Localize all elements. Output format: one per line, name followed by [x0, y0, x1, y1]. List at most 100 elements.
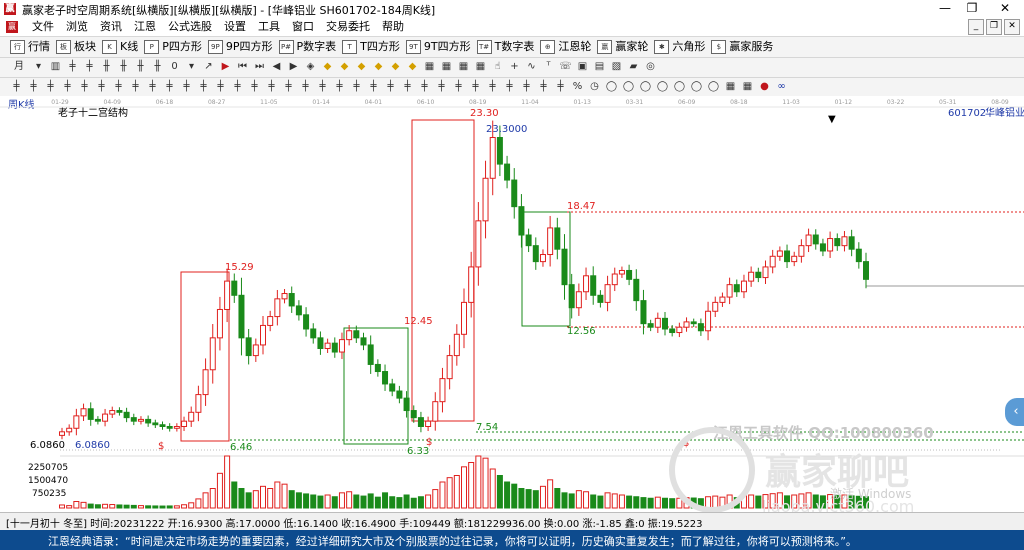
- candle-icon[interactable]: ╪: [10, 80, 23, 93]
- menu-item-8[interactable]: 交易委托: [320, 20, 376, 34]
- circle-icon[interactable]: ◯: [707, 80, 720, 93]
- candle-icon[interactable]: ╪: [384, 80, 397, 93]
- dropdown-icon[interactable]: ▾: [185, 60, 198, 73]
- menu-item-5[interactable]: 设置: [218, 20, 252, 34]
- candle-icon[interactable]: ╪: [112, 80, 125, 93]
- candle-icon[interactable]: ╪: [66, 60, 79, 73]
- percent-icon[interactable]: %: [571, 80, 584, 93]
- last-icon[interactable]: ⏭: [253, 60, 266, 73]
- table-icon[interactable]: ▦: [741, 80, 754, 93]
- ohlc-icon[interactable]: ╫: [100, 60, 113, 73]
- candle-icon[interactable]: ╪: [95, 80, 108, 93]
- menu-item-9[interactable]: 帮助: [376, 20, 410, 34]
- text-icon[interactable]: ᵀ: [542, 60, 555, 73]
- candle-icon[interactable]: ╪: [418, 80, 431, 93]
- crosshair-icon[interactable]: +: [508, 60, 521, 73]
- phone-icon[interactable]: ☏: [559, 60, 572, 73]
- candle-icon[interactable]: ╪: [44, 80, 57, 93]
- grid-icon[interactable]: ▦: [457, 60, 470, 73]
- candle-icon[interactable]: ╪: [27, 80, 40, 93]
- ohlc-icon[interactable]: ╫: [151, 60, 164, 73]
- menu-item-0[interactable]: 文件: [26, 20, 60, 34]
- candle-icon[interactable]: ╪: [146, 80, 159, 93]
- candle-icon[interactable]: ╪: [180, 80, 193, 93]
- candle-icon[interactable]: ╪: [231, 80, 244, 93]
- toolbar-item-1[interactable]: 板板块: [56, 39, 96, 55]
- candle-icon[interactable]: ╪: [367, 80, 380, 93]
- dropdown-icon[interactable]: ▾: [32, 60, 45, 73]
- toolbar-item-0[interactable]: 行行情: [10, 39, 50, 55]
- toolbar-item-2[interactable]: K K线: [102, 39, 138, 55]
- menu-item-3[interactable]: 江恩: [128, 20, 162, 34]
- minimize-button[interactable]: —: [930, 0, 960, 18]
- menu-item-2[interactable]: 资讯: [94, 20, 128, 34]
- period-selector[interactable]: 月: [10, 60, 28, 73]
- candle-icon[interactable]: ╪: [197, 80, 210, 93]
- circle-icon[interactable]: ◯: [622, 80, 635, 93]
- toolbar-item-4[interactable]: 9P 9P四方形: [207, 39, 273, 55]
- candle-icon[interactable]: ╪: [265, 80, 278, 93]
- diamond-icon[interactable]: ◆: [338, 60, 351, 73]
- menu-item-1[interactable]: 浏览: [60, 20, 94, 34]
- maximize-button[interactable]: ❐: [957, 0, 987, 18]
- first-icon[interactable]: ⏮: [236, 60, 249, 73]
- cursor-icon[interactable]: ☝: [491, 60, 504, 73]
- candle-icon[interactable]: ╪: [554, 80, 567, 93]
- book-icon[interactable]: ▣: [576, 60, 589, 73]
- toolbar-item-12[interactable]: $ 赢家服务: [711, 39, 773, 55]
- candle-icon[interactable]: ╪: [61, 80, 74, 93]
- mdi-close-button[interactable]: ✕: [1004, 19, 1020, 35]
- grid-icon[interactable]: ▦: [474, 60, 487, 73]
- table-icon[interactable]: ▦: [724, 80, 737, 93]
- diamond-icon[interactable]: ◆: [355, 60, 368, 73]
- diamond-icon[interactable]: ◆: [372, 60, 385, 73]
- candle-icon[interactable]: ╪: [401, 80, 414, 93]
- candle-icon[interactable]: ╪: [537, 80, 550, 93]
- circle-icon[interactable]: ◯: [605, 80, 618, 93]
- zero-selector[interactable]: 0: [168, 60, 181, 73]
- side-scroll-tab[interactable]: ‹: [1005, 398, 1024, 426]
- candle-icon[interactable]: ╪: [452, 80, 465, 93]
- ohlc-icon[interactable]: ╫: [134, 60, 147, 73]
- circle-icon[interactable]: ◯: [673, 80, 686, 93]
- ohlc-icon[interactable]: ╫: [117, 60, 130, 73]
- save-icon[interactable]: ▤: [593, 60, 606, 73]
- right-icon[interactable]: ▶: [287, 60, 300, 73]
- car-icon[interactable]: ▰: [627, 60, 640, 73]
- toolbar-item-9[interactable]: ⊕ 江恩轮: [540, 39, 591, 55]
- bars-icon[interactable]: ▥: [49, 60, 62, 73]
- candle-icon[interactable]: ╪: [435, 80, 448, 93]
- menu-item-4[interactable]: 公式选股: [162, 20, 218, 34]
- grid-icon[interactable]: ▦: [440, 60, 453, 73]
- diamond-icon[interactable]: ◆: [406, 60, 419, 73]
- mdi-restore-button[interactable]: ❐: [986, 19, 1002, 35]
- dropdown-arrow-icon[interactable]: ▼: [828, 114, 836, 125]
- settings-icon[interactable]: ◎: [644, 60, 657, 73]
- toolbar-item-3[interactable]: P P四方形: [144, 39, 202, 55]
- menu-item-6[interactable]: 工具: [252, 20, 286, 34]
- toolbar-item-10[interactable]: 赢赢家轮: [597, 39, 648, 55]
- candle-icon[interactable]: ╪: [520, 80, 533, 93]
- candle-icon[interactable]: ╪: [163, 80, 176, 93]
- candle-icon[interactable]: ╪: [248, 80, 261, 93]
- arrow-icon[interactable]: ↗: [202, 60, 215, 73]
- candle-icon[interactable]: ╪: [486, 80, 499, 93]
- toolbar-item-6[interactable]: T T四方形: [342, 39, 400, 55]
- menu-item-7[interactable]: 窗口: [286, 20, 320, 34]
- candle-icon[interactable]: ╪: [83, 60, 96, 73]
- diamond-icon[interactable]: ◆: [389, 60, 402, 73]
- candle-icon[interactable]: ╪: [469, 80, 482, 93]
- circle-icon[interactable]: ◯: [656, 80, 669, 93]
- left-icon[interactable]: ◀: [270, 60, 283, 73]
- zoom-icon[interactable]: ◈: [304, 60, 317, 73]
- toolbar-item-11[interactable]: ✱ 六角形: [654, 39, 705, 55]
- infinity-icon[interactable]: ∞: [775, 80, 788, 93]
- candle-icon[interactable]: ╪: [333, 80, 346, 93]
- candle-icon[interactable]: ╪: [503, 80, 516, 93]
- toolbar-item-8[interactable]: T# T数字表: [476, 39, 534, 55]
- kline-chart[interactable]: 周K线 老子十二宫结构 601702 华峰铝业 ▼ 01-29 04-09 06-1…: [0, 96, 1024, 512]
- grid-icon[interactable]: ▦: [423, 60, 436, 73]
- candle-icon[interactable]: ╪: [214, 80, 227, 93]
- diamond-icon[interactable]: ◆: [321, 60, 334, 73]
- print-icon[interactable]: ▧: [610, 60, 623, 73]
